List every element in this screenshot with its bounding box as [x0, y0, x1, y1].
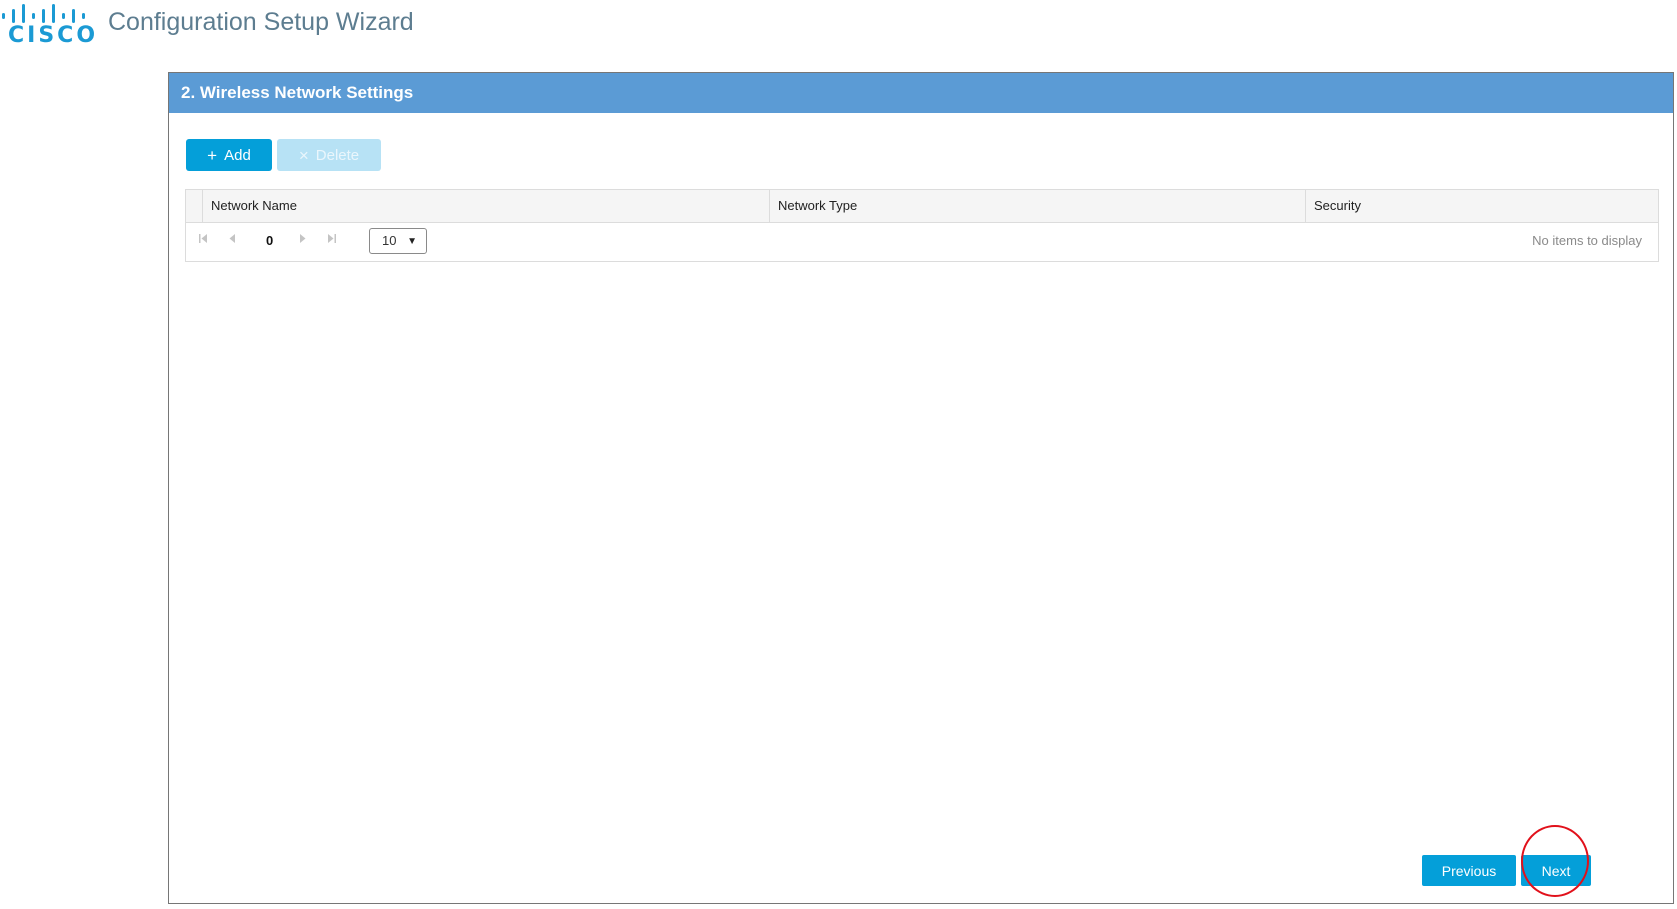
- select-column-header[interactable]: [186, 190, 203, 222]
- step-title: 2. Wireless Network Settings: [181, 83, 414, 102]
- table-header: Network Name Network Type Security: [186, 190, 1658, 223]
- previous-button[interactable]: Previous: [1422, 855, 1516, 886]
- panel-header: 2. Wireless Network Settings: [169, 73, 1673, 113]
- plus-icon: +: [207, 145, 218, 165]
- current-page-number: 0: [266, 233, 274, 248]
- cisco-logo-text: CISCO: [8, 23, 99, 48]
- column-header-network-type[interactable]: Network Type: [770, 190, 1306, 222]
- table-pager: 0 10 ▼ No items to display: [186, 223, 1658, 261]
- networks-table: Network Name Network Type Security 0 10 …: [185, 189, 1659, 262]
- wizard-step-panel: 2. Wireless Network Settings + Add × Del…: [168, 72, 1674, 904]
- empty-table-message: No items to display: [1532, 233, 1642, 248]
- next-button[interactable]: Next: [1521, 855, 1591, 886]
- cisco-logo: CISCO: [0, 0, 95, 50]
- previous-page-icon[interactable]: [229, 234, 236, 248]
- app-header: CISCO Configuration Setup Wizard: [0, 0, 1677, 60]
- next-page-icon[interactable]: [299, 234, 306, 248]
- chevron-down-icon: ▼: [407, 236, 417, 247]
- page-title: Configuration Setup Wizard: [108, 8, 414, 36]
- add-button-label: Add: [224, 146, 251, 164]
- add-button[interactable]: + Add: [186, 139, 272, 171]
- column-header-network-name[interactable]: Network Name: [203, 190, 770, 222]
- column-header-security[interactable]: Security: [1306, 190, 1658, 222]
- delete-button-label: Delete: [315, 146, 360, 164]
- x-icon: ×: [298, 145, 309, 165]
- first-page-icon[interactable]: [199, 234, 208, 248]
- page-size-value: 10: [382, 233, 397, 248]
- last-page-icon[interactable]: [327, 234, 336, 248]
- cisco-logo-bars-icon: [2, 4, 85, 23]
- delete-button[interactable]: × Delete: [277, 139, 381, 171]
- page-size-select[interactable]: 10 ▼: [369, 228, 427, 254]
